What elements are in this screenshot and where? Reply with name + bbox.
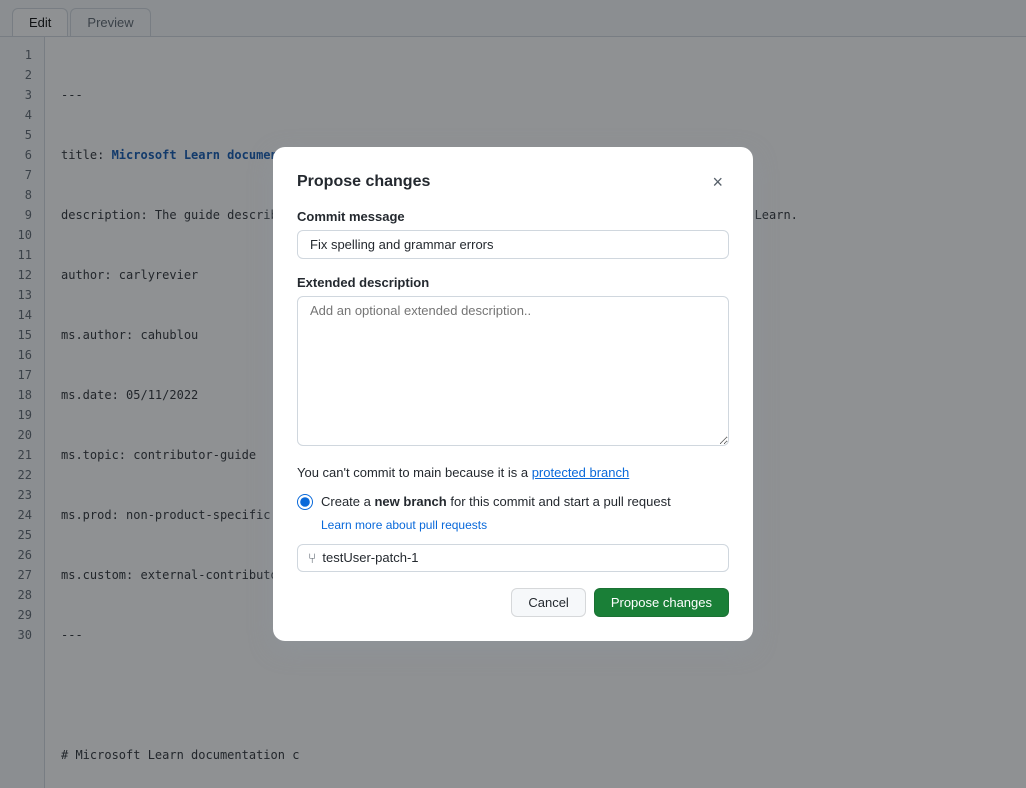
protected-branch-notice: You can't commit to main because it is a… (297, 465, 729, 480)
protected-notice-text: You can't commit to main because it is a (297, 465, 532, 480)
new-branch-radio[interactable] (297, 494, 313, 510)
cancel-button[interactable]: Cancel (511, 588, 585, 617)
commit-message-group: Commit message (297, 209, 729, 259)
propose-changes-button[interactable]: Propose changes (594, 588, 729, 617)
learn-more-link[interactable]: Learn more about pull requests (321, 518, 729, 532)
modal-header: Propose changes × (297, 171, 729, 193)
protected-branch-link[interactable]: protected branch (532, 465, 630, 480)
modal-actions: Cancel Propose changes (297, 588, 729, 617)
commit-message-label: Commit message (297, 209, 729, 224)
modal-title: Propose changes (297, 173, 430, 191)
commit-message-input[interactable] (297, 230, 729, 259)
new-branch-option: Create a new branch for this commit and … (297, 492, 729, 512)
close-icon[interactable]: × (706, 171, 729, 193)
branch-icon: ⑂ (308, 550, 316, 566)
extended-description-group: Extended description (297, 275, 729, 449)
branch-name-input[interactable] (322, 550, 718, 565)
modal-overlay: Propose changes × Commit message Extende… (0, 0, 1026, 788)
extended-description-label: Extended description (297, 275, 729, 290)
propose-changes-modal: Propose changes × Commit message Extende… (273, 147, 753, 641)
extended-description-textarea[interactable] (297, 296, 729, 446)
branch-name-wrapper: ⑂ (297, 544, 729, 572)
new-branch-label: Create a new branch for this commit and … (321, 492, 671, 512)
